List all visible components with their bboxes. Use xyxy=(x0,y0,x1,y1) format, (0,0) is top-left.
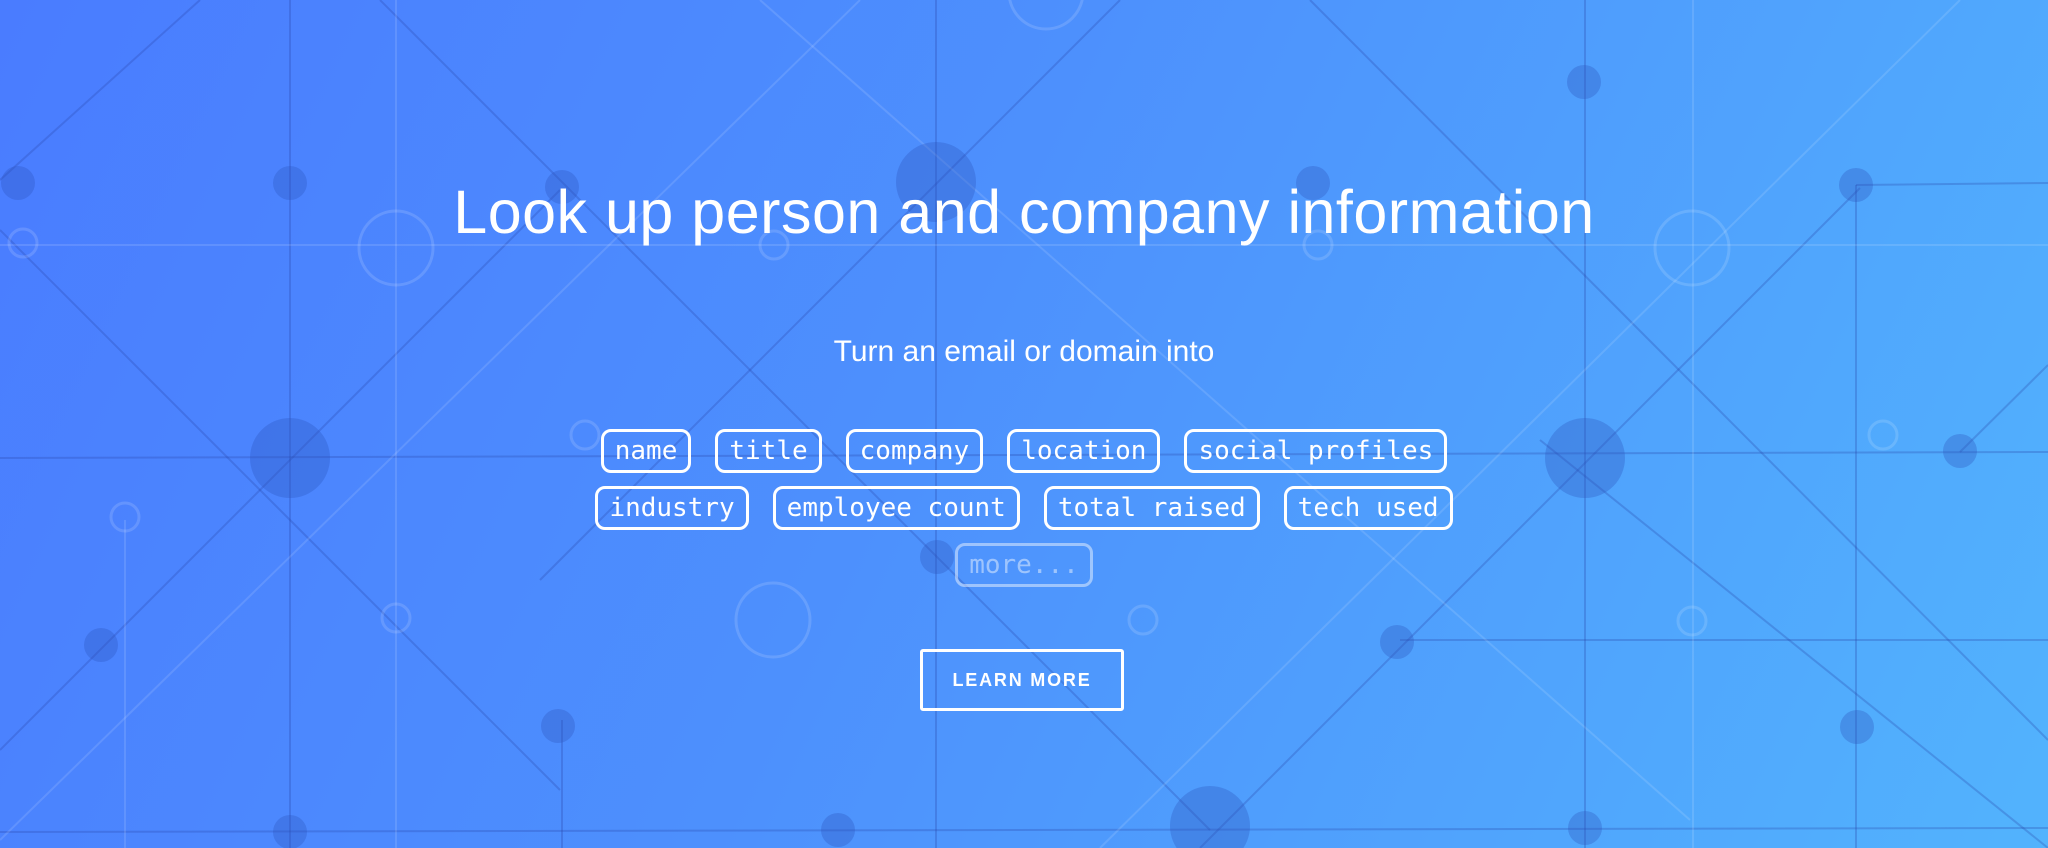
tag-name: name xyxy=(600,429,692,473)
learn-more-button[interactable]: LEARN MORE xyxy=(920,649,1124,711)
tag-employee-count: employee count xyxy=(772,486,1020,530)
hero-section: Look up person and company information T… xyxy=(0,0,2048,848)
tag-industry: industry xyxy=(595,486,749,530)
tag-location: location xyxy=(1007,429,1161,473)
tag-company: company xyxy=(845,429,984,473)
tag-total-raised: total raised xyxy=(1043,486,1260,530)
tag-social-profiles: social profiles xyxy=(1184,429,1448,473)
tag-row-company: industry employee count total raised tec… xyxy=(0,486,2048,530)
subtitle: Turn an email or domain into xyxy=(833,335,1215,368)
tag-more: more... xyxy=(955,543,1093,587)
tag-title: title xyxy=(715,429,822,473)
tag-tech-used: tech used xyxy=(1283,486,1453,530)
headline: Look up person and company information xyxy=(453,178,1595,246)
tag-row-more: more... xyxy=(0,543,2048,587)
tag-row-person: name title company location social profi… xyxy=(0,429,2048,473)
